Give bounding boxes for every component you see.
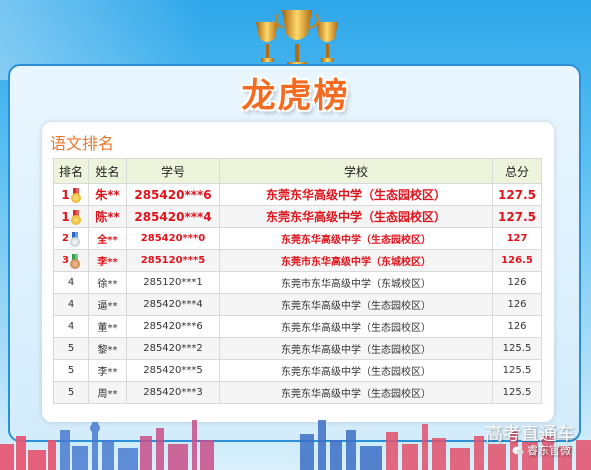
student-id-cell: 285420***2: [126, 337, 220, 360]
rank-number: 3: [62, 255, 69, 266]
score-cell: 126.5: [492, 249, 542, 272]
school-cell: 东莞市东华高级中学（东城校区）: [219, 249, 493, 272]
school-cell: 东莞东华高级中学（生态园校区）: [219, 183, 493, 206]
school-cell: 东莞市东华高级中学（东城校区）: [219, 271, 493, 294]
table-row: 4 逼** 285420***4 东莞东华高级中学（生态园校区） 126: [53, 293, 542, 316]
rank-cell: 1: [53, 183, 89, 206]
name-cell: 全**: [88, 227, 127, 250]
table-body: 1 朱** 285420***6 东莞东华高级中学（生态园校区） 127.5 1 陈** 28…: [53, 183, 542, 404]
name-cell: 董**: [88, 315, 127, 338]
school-cell: 东莞东华高级中学（生态园校区）: [219, 227, 493, 250]
table-row: 5 黎** 285420***2 东莞东华高级中学（生态园校区） 125.5: [53, 337, 542, 360]
rank-cell: 3: [53, 249, 89, 272]
rank-cell: 2: [53, 227, 89, 250]
col-header-name: 姓名: [88, 158, 127, 184]
student-id-cell: 285420***4: [126, 293, 220, 316]
rank-number: 5: [67, 364, 75, 376]
wechat-icon: [512, 446, 524, 455]
rank-cell: 4: [53, 271, 89, 294]
school-cell: 东莞东华高级中学（生态园校区）: [219, 315, 493, 338]
rank-cell: 5: [53, 381, 89, 404]
table-row: 5 李** 285420***5 东莞东华高级中学（生态园校区） 125.5: [53, 359, 542, 382]
rank-number: 4: [67, 320, 75, 332]
rank-cell: 4: [53, 293, 89, 316]
score-cell: 127.5: [492, 205, 542, 228]
student-id-cell: 285420***6: [126, 183, 220, 206]
ranking-table: 排名 姓名 学号 学校 总分 1 朱** 285420***6 东莞东华高级中学（生态…: [53, 158, 542, 404]
table-header-row: 排名 姓名 学号 学校 总分: [53, 158, 542, 184]
rank-number: 1: [61, 187, 70, 202]
school-cell: 东莞东华高级中学（生态园校区）: [219, 359, 493, 382]
watermark-subtitle-text: 睿东官微: [527, 444, 571, 457]
rank-cell: 5: [53, 337, 89, 360]
gold-medal-icon: [70, 187, 81, 203]
table-row: 4 徐** 285120***1 东莞市东华高级中学（东城校区） 126: [53, 271, 542, 294]
gold-medal-icon: [70, 209, 81, 225]
rank-cell: 1: [53, 205, 89, 228]
score-cell: 127: [492, 227, 542, 250]
col-header-score: 总分: [492, 158, 542, 184]
student-id-cell: 285420***0: [126, 227, 220, 250]
score-cell: 125.5: [492, 381, 542, 404]
page-title: 龙虎榜: [241, 76, 350, 116]
ranking-panel: 语文排名 排名 姓名 学号 学校 总分 1 朱** 285420***6 东莞东华高级…: [42, 122, 554, 422]
score-cell: 125.5: [492, 337, 542, 360]
rank-number: 4: [67, 276, 75, 288]
rank-number: 2: [62, 233, 69, 244]
school-cell: 东莞东华高级中学（生态园校区）: [219, 381, 493, 404]
watermark-subtitle: 睿东官微: [512, 442, 571, 458]
name-cell: 周**: [88, 381, 127, 404]
name-cell: 徐**: [88, 271, 127, 294]
table-row: 2 全** 285420***0 东莞东华高级中学（生态园校区） 127: [53, 227, 542, 250]
score-cell: 127.5: [492, 183, 542, 206]
rank-number: 5: [67, 342, 75, 354]
table-row: 5 周** 285420***3 东莞东华高级中学（生态园校区） 125.5: [53, 381, 542, 404]
bronze-medal-icon: [69, 253, 80, 269]
rank-number: 5: [67, 386, 75, 398]
student-id-cell: 285420***5: [126, 359, 220, 382]
rank-cell: 4: [53, 315, 89, 338]
score-cell: 126: [492, 271, 542, 294]
school-cell: 东莞东华高级中学（生态园校区）: [219, 205, 493, 228]
school-cell: 东莞东华高级中学（生态园校区）: [219, 337, 493, 360]
name-cell: 朱**: [88, 183, 127, 206]
name-cell: 逼**: [88, 293, 127, 316]
rank-number: 1: [61, 209, 70, 224]
table-row: 4 董** 285420***6 东莞东华高级中学（生态园校区） 126: [53, 315, 542, 338]
name-cell: 黎**: [88, 337, 127, 360]
student-id-cell: 285420***6: [126, 315, 220, 338]
student-id-cell: 285120***5: [126, 249, 220, 272]
student-id-cell: 285420***3: [126, 381, 220, 404]
score-cell: 125.5: [492, 359, 542, 382]
name-cell: 陈**: [88, 205, 127, 228]
col-header-school: 学校: [219, 158, 493, 184]
score-cell: 126: [492, 315, 542, 338]
silver-medal-icon: [69, 231, 80, 247]
student-id-cell: 285120***1: [126, 271, 220, 294]
rank-cell: 5: [53, 359, 89, 382]
col-header-id: 学号: [126, 158, 220, 184]
school-cell: 东莞东华高级中学（生态园校区）: [219, 293, 493, 316]
col-header-rank: 排名: [53, 158, 89, 184]
rank-number: 4: [67, 298, 75, 310]
score-cell: 126: [492, 293, 542, 316]
name-cell: 李**: [88, 249, 127, 272]
name-cell: 李**: [88, 359, 127, 382]
table-row: 3 李** 285120***5 东莞市东华高级中学（东城校区） 126.5: [53, 249, 542, 272]
student-id-cell: 285420***4: [126, 205, 220, 228]
table-row: 1 陈** 285420***4 东莞东华高级中学（生态园校区） 127.5: [53, 205, 542, 228]
section-title: 语文排名: [50, 134, 115, 153]
table-row: 1 朱** 285420***6 东莞东华高级中学（生态园校区） 127.5: [53, 183, 542, 206]
